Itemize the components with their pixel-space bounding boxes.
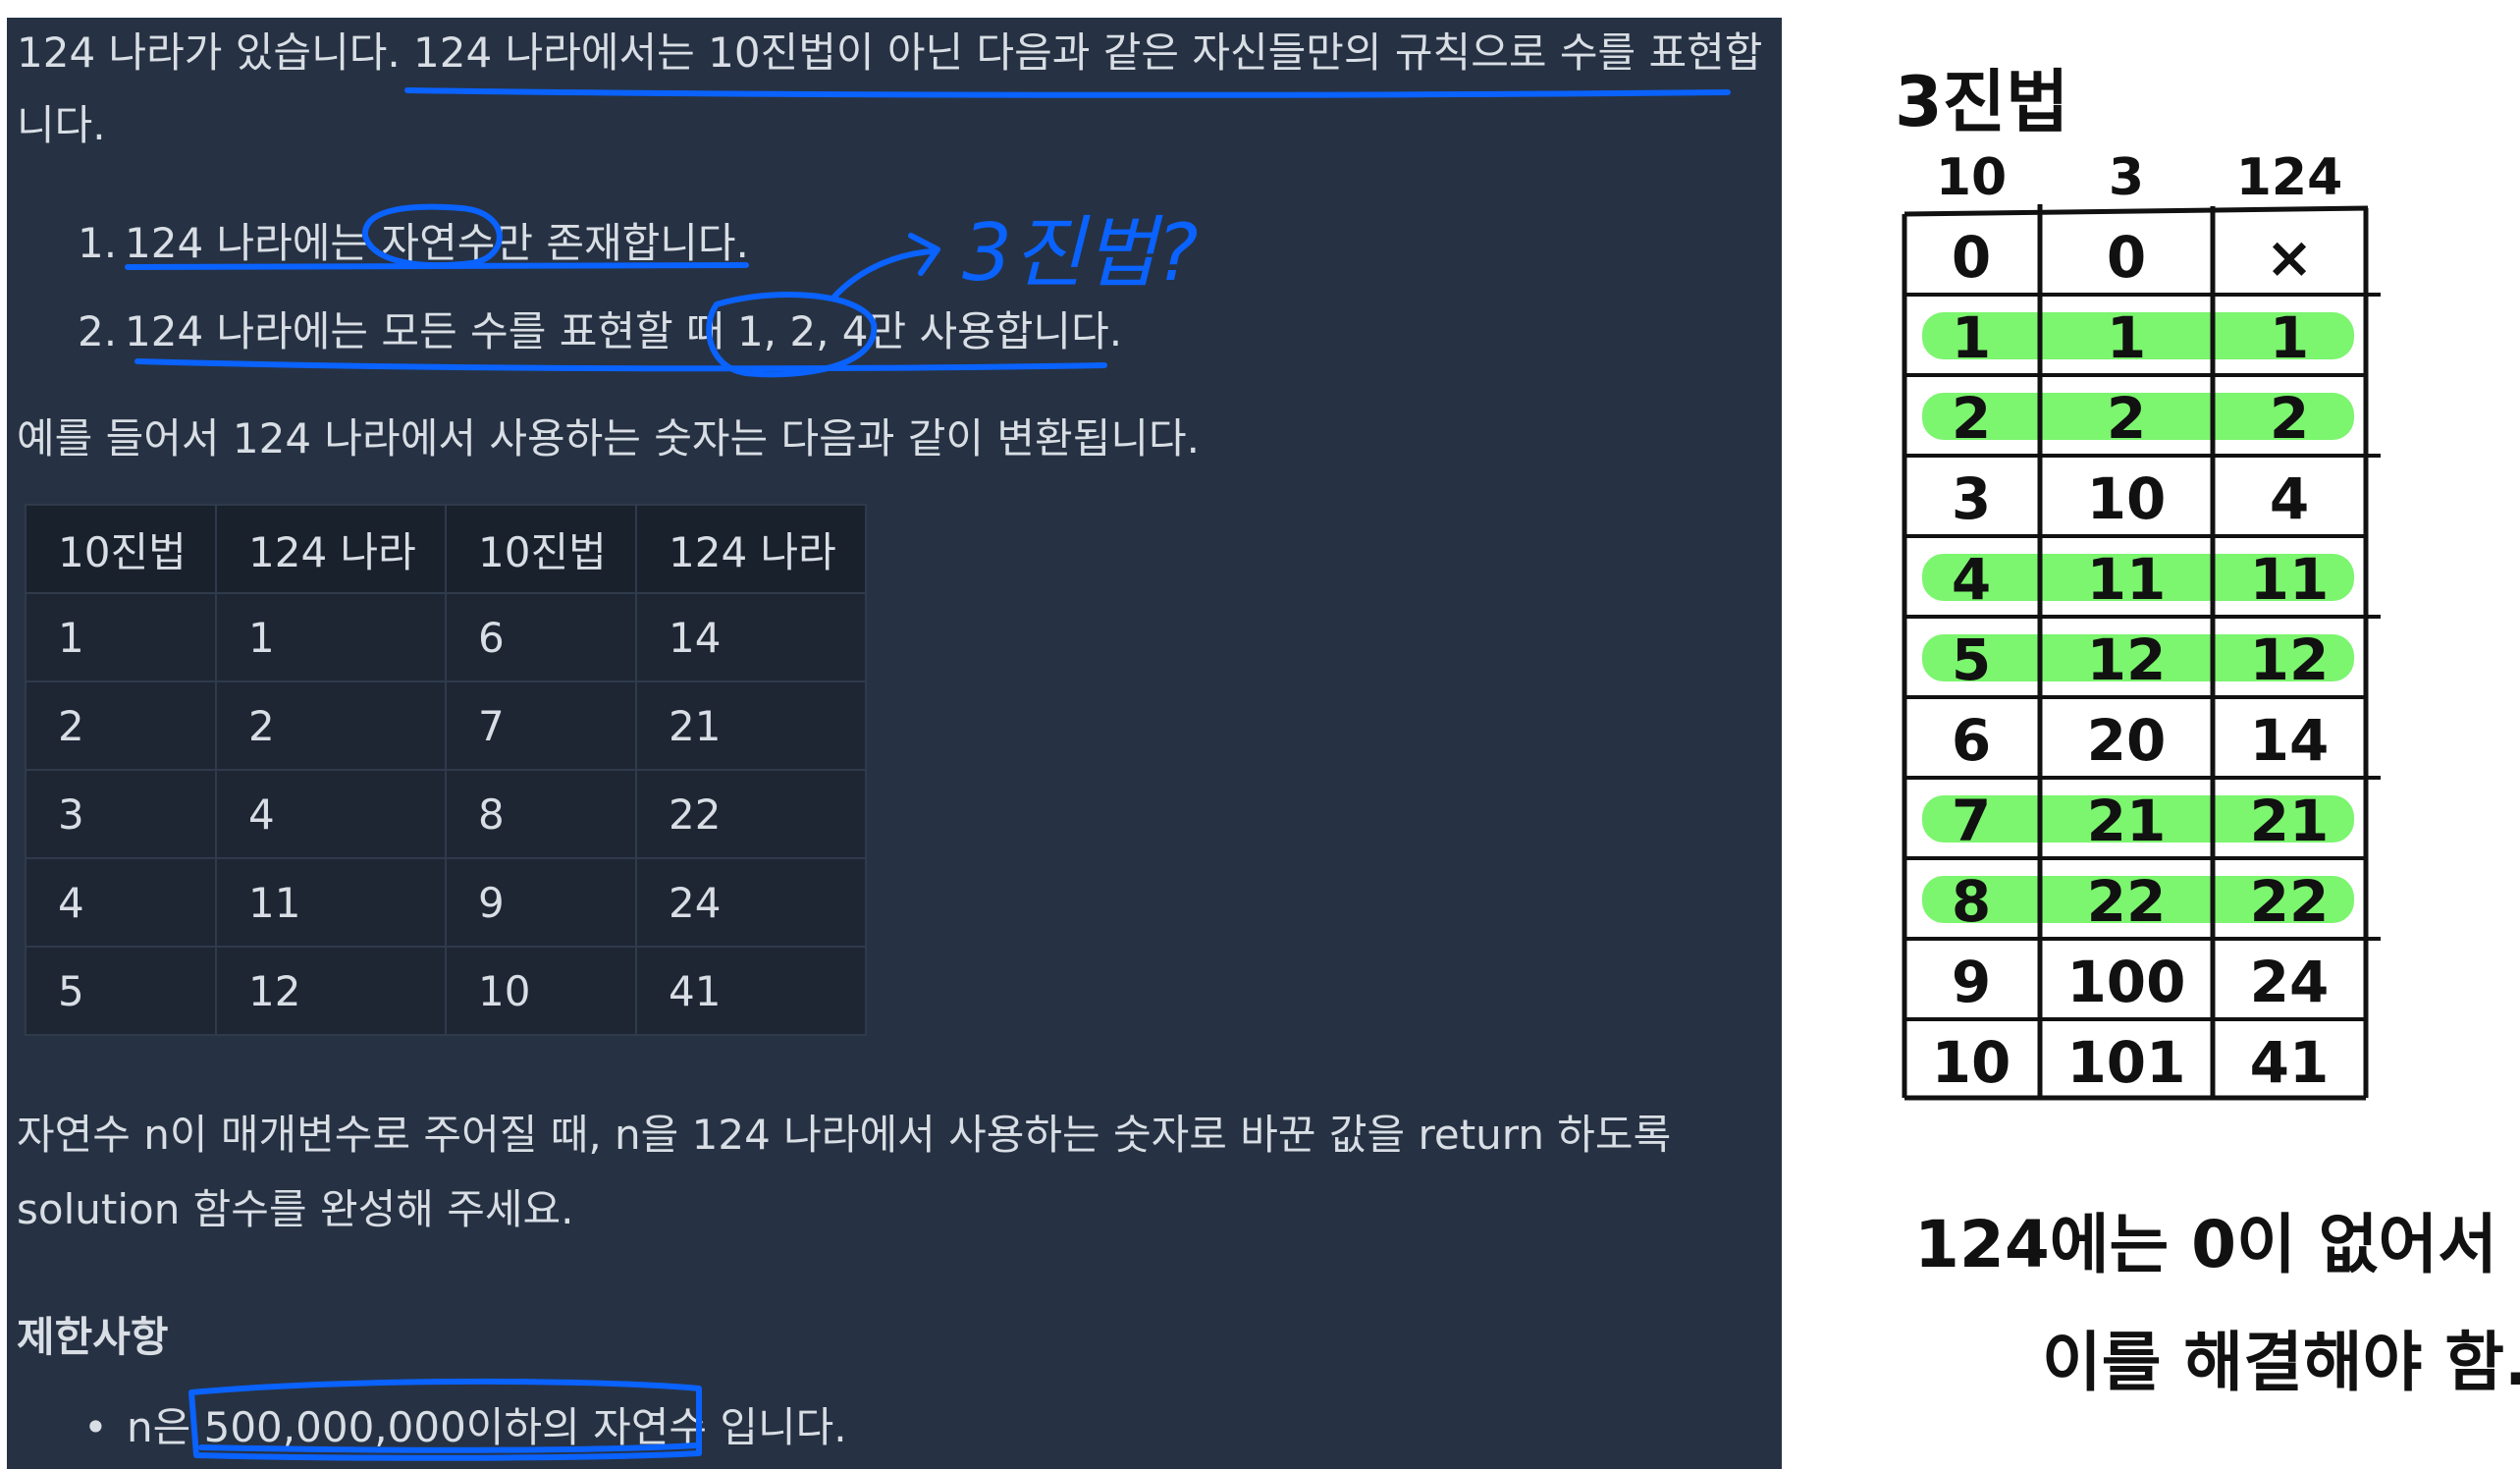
handwritten-notes: 3진법 10 3 124 0 0 ×1 1 12 2 23 10 44 11 115 12 126 20 147…: [1895, 62, 2520, 1400]
notes-cell: 3: [1952, 465, 1991, 532]
notes-cell: 4: [2270, 465, 2309, 532]
notes-cell: 10: [2087, 465, 2167, 532]
notes-cell: 2: [2270, 385, 2309, 452]
notes-cell: 0: [2107, 224, 2146, 291]
notes-cell: 100: [2066, 949, 2185, 1015]
notes-cell: 5: [1952, 626, 1991, 693]
notes-header: 10: [1936, 148, 2007, 207]
notes-comment-line-1: 124에는 0이 없어서: [1914, 1207, 2497, 1282]
notes-cell: 21: [2250, 788, 2330, 854]
notes-title: 3진법: [1895, 62, 2069, 142]
notes-cell: 41: [2250, 1029, 2330, 1096]
notes-comment-line-2: 이를 해결해야 함.: [2042, 1325, 2520, 1400]
notes-header: 124: [2236, 148, 2343, 207]
notes-cell: 0: [1952, 224, 1991, 291]
notes-cell: 1: [2270, 304, 2309, 371]
notes-cell: 101: [2066, 1029, 2185, 1096]
notes-cell: 11: [2087, 546, 2167, 613]
notes-header-row: 10 3 124: [1936, 148, 2342, 207]
notes-cell: ×: [2266, 224, 2314, 291]
notes-cell: 9: [1952, 949, 1991, 1015]
notes-cell: 2: [2107, 385, 2146, 452]
notes-cell: 21: [2087, 788, 2167, 854]
notes-cell: 8: [1952, 868, 1991, 935]
notes-cell: 2: [1952, 385, 1991, 452]
notes-cell: 11: [2250, 546, 2330, 613]
notes-cell: 22: [2250, 868, 2330, 935]
notes-cell: 24: [2250, 949, 2330, 1015]
notes-header: 3: [2109, 148, 2144, 207]
notes-cell: 10: [1932, 1029, 2011, 1096]
notes-cell: 1: [2107, 304, 2146, 371]
notes-cell: 14: [2250, 707, 2330, 774]
notes-cell: 12: [2250, 626, 2330, 693]
notes-cell: 20: [2087, 707, 2167, 774]
notes-cell: 1: [1952, 304, 1991, 371]
notes-cell: 22: [2087, 868, 2167, 935]
notes-cell: 6: [1952, 707, 1991, 774]
notes-cell: 12: [2087, 626, 2167, 693]
notes-cell: 7: [1952, 788, 1991, 854]
notes-cell: 4: [1952, 546, 1991, 613]
